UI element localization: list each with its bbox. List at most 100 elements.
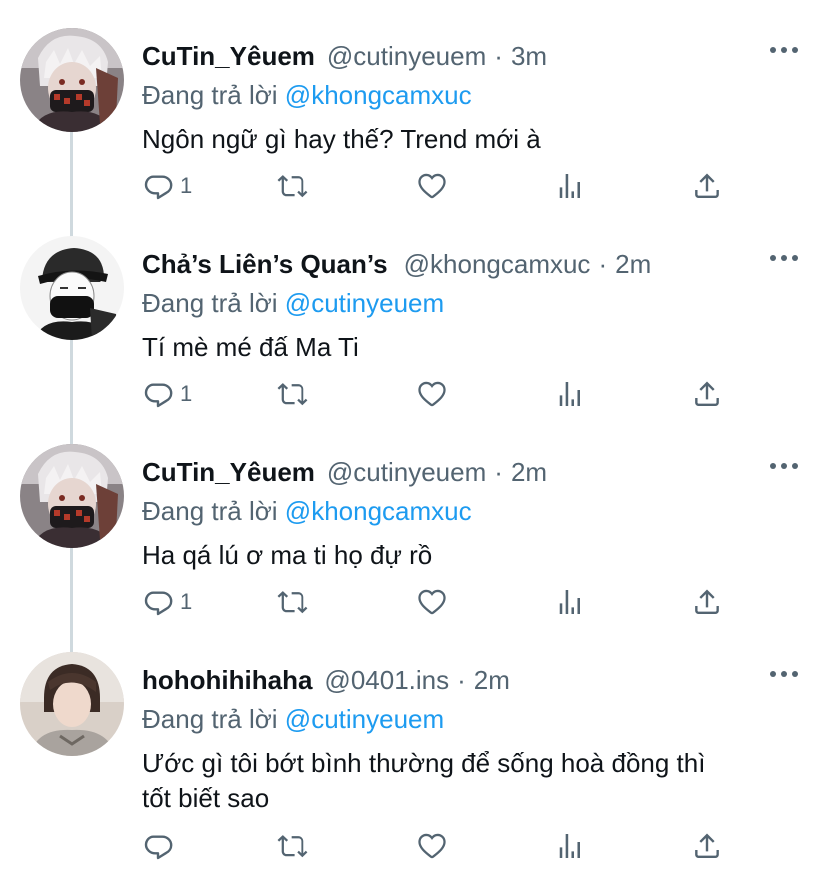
share-icon: [691, 586, 723, 618]
retweet-button[interactable]: [277, 584, 309, 620]
reply-tweet[interactable]: Chả’s Liên’s Quan’s @khongcamxuc · 2m Đa…: [0, 232, 828, 422]
more-dots-icon[interactable]: [770, 46, 798, 54]
bw-sketch-masked-boy-avatar-icon: [20, 236, 124, 340]
views-button[interactable]: [554, 584, 586, 620]
separator: ·: [598, 248, 608, 279]
timestamp[interactable]: 3m: [511, 41, 547, 72]
avatar[interactable]: [20, 652, 124, 756]
share-button[interactable]: [691, 376, 723, 412]
share-icon: [691, 170, 723, 202]
avatar[interactable]: [20, 236, 124, 340]
tweet-text: Ước gì tôi bớt bình thường để sống hoà đ…: [142, 746, 802, 816]
tweet-header: Chả’s Liên’s Quan’s @khongcamxuc · 2m: [142, 242, 651, 286]
views-button[interactable]: [554, 168, 586, 204]
reply-count: 1: [180, 173, 193, 198]
like-button[interactable]: [416, 828, 448, 864]
reply-button[interactable]: 1: [142, 376, 192, 412]
more-dots-icon[interactable]: [770, 670, 798, 678]
reply-tweet[interactable]: CuTin_Yêuem @cutinyeuem · 3m Đang trả lờ…: [0, 24, 828, 214]
more-dots-icon[interactable]: [770, 462, 798, 470]
photo-person-avatar-icon: [20, 652, 124, 756]
mention-link[interactable]: @khongcamxuc: [285, 80, 472, 110]
analytics-icon: [554, 378, 586, 410]
share-button[interactable]: [691, 168, 723, 204]
separator: ·: [457, 664, 466, 695]
analytics-icon: [554, 830, 586, 862]
avatar[interactable]: [20, 444, 124, 548]
tweet-header: CuTin_Yêuem @cutinyeuem · 3m: [142, 34, 547, 78]
timestamp[interactable]: 2m: [474, 665, 510, 696]
anime-masked-boy-avatar-icon: [20, 444, 124, 548]
replying-to-label: Đang trả lời: [142, 704, 278, 734]
handle[interactable]: @cutinyeuem: [327, 457, 486, 488]
tweet-header: hohohihihaha @0401.ins · 2m: [142, 658, 510, 702]
share-icon: [691, 830, 723, 862]
reply-tweet[interactable]: CuTin_Yêuem @cutinyeuem · 2m Đang trả lờ…: [0, 440, 828, 630]
retweet-button[interactable]: [277, 376, 309, 412]
timestamp[interactable]: 2m: [615, 249, 651, 280]
retweet-icon: [277, 378, 309, 410]
reply-button[interactable]: 1: [142, 584, 192, 620]
display-name[interactable]: Chả’s Liên’s Quan’s: [142, 249, 388, 280]
avatar[interactable]: [20, 28, 124, 132]
replying-to: Đang trả lời @cutinyeuem: [142, 288, 444, 319]
separator: ·: [494, 40, 503, 71]
action-bar: 1: [142, 584, 742, 620]
replying-to-label: Đang trả lời: [142, 496, 278, 526]
display-name[interactable]: CuTin_Yêuem: [142, 41, 315, 72]
like-button[interactable]: [416, 584, 448, 620]
retweet-icon: [277, 830, 309, 862]
tweet-header: CuTin_Yêuem @cutinyeuem · 2m: [142, 450, 547, 494]
replying-to-label: Đang trả lời: [142, 288, 278, 318]
like-button[interactable]: [416, 168, 448, 204]
comment-icon: [142, 170, 174, 202]
handle[interactable]: @cutinyeuem: [327, 41, 486, 72]
share-button[interactable]: [691, 584, 723, 620]
replying-to: Đang trả lời @khongcamxuc: [142, 80, 472, 111]
retweet-icon: [277, 586, 309, 618]
comment-icon: [142, 378, 174, 410]
comment-icon: [142, 586, 174, 618]
retweet-button[interactable]: [277, 168, 309, 204]
reply-count: 1: [180, 589, 193, 614]
heart-icon: [416, 170, 448, 202]
mention-link[interactable]: @cutinyeuem: [285, 288, 444, 318]
separator: ·: [494, 456, 503, 487]
share-button[interactable]: [691, 828, 723, 864]
comment-icon: [142, 830, 174, 862]
reply-button[interactable]: [142, 828, 174, 864]
reply-tweet[interactable]: hohohihihaha @0401.ins · 2m Đang trả lời…: [0, 648, 828, 871]
replying-to-label: Đang trả lời: [142, 80, 278, 110]
heart-icon: [416, 830, 448, 862]
replying-to: Đang trả lời @cutinyeuem: [142, 704, 444, 735]
handle[interactable]: @khongcamxuc: [404, 249, 591, 280]
display-name[interactable]: hohohihihaha: [142, 665, 312, 696]
heart-icon: [416, 378, 448, 410]
reply-count: 1: [180, 381, 193, 406]
action-bar: 1: [142, 168, 742, 204]
like-button[interactable]: [416, 376, 448, 412]
heart-icon: [416, 586, 448, 618]
tweet-text: Ha qá lú ơ ma ti họ đự rồ: [142, 540, 433, 570]
reply-button[interactable]: 1: [142, 168, 192, 204]
action-bar: 1: [142, 376, 742, 412]
share-icon: [691, 378, 723, 410]
display-name[interactable]: CuTin_Yêuem: [142, 457, 315, 488]
tweet-text-line: Ước gì tôi bớt bình thường để sống hoà đ…: [142, 748, 706, 778]
replying-to: Đang trả lời @khongcamxuc: [142, 496, 472, 527]
mention-link[interactable]: @khongcamxuc: [285, 496, 472, 526]
timestamp[interactable]: 2m: [511, 457, 547, 488]
tweet-text: Ngôn ngữ gì hay thế? Trend mới à: [142, 124, 541, 154]
tweet-text-line: tốt biết sao: [142, 783, 270, 813]
action-bar: [142, 828, 742, 864]
mention-link[interactable]: @cutinyeuem: [285, 704, 444, 734]
more-dots-icon[interactable]: [770, 254, 798, 262]
handle[interactable]: @0401.ins: [324, 665, 449, 696]
views-button[interactable]: [554, 376, 586, 412]
retweet-icon: [277, 170, 309, 202]
views-button[interactable]: [554, 828, 586, 864]
tweet-text: Tí mè mé đấ Ma Ti: [142, 332, 359, 362]
retweet-button[interactable]: [277, 828, 309, 864]
analytics-icon: [554, 170, 586, 202]
anime-masked-boy-avatar-icon: [20, 28, 124, 132]
